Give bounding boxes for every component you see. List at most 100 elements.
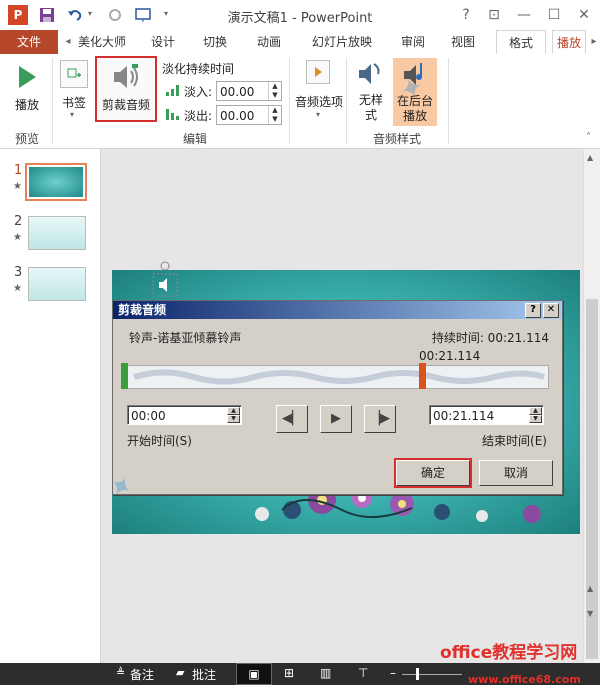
end-trim-marker[interactable] [419,363,426,389]
comments-icon[interactable]: ▰ [176,666,184,679]
fade-in-spin-icon[interactable]: ▲ ▼ [268,82,281,100]
slide-thumbnail-2[interactable] [28,216,86,250]
normal-view-icon[interactable]: ▣ [236,663,272,685]
previous-frame-button[interactable]: ◀▏ [276,405,308,433]
ok-button[interactable]: 确定 [396,460,470,486]
audio-object-handle[interactable] [145,260,185,300]
fade-in-value: 00.00 [220,85,255,99]
tab-transitions[interactable]: 切换 [192,30,238,54]
no-style-icon[interactable] [356,60,384,88]
fade-duration-title: 淡化持续时间 [162,62,235,76]
fade-in-label: 淡入: [184,85,213,99]
watermark-url: www.office68.com [468,673,581,686]
slide-thumbnail-1[interactable] [25,163,87,201]
dialog-help-button[interactable]: ? [525,303,541,318]
maximize-icon[interactable]: ☐ [542,4,566,26]
fade-out-value: 00.00 [220,109,255,123]
group-label-audio-style: 音频样式 [372,132,421,146]
ribbon-separator [289,58,290,144]
watermark-site-name: office教程学习网 [440,643,578,663]
tab-scroll-right-icon[interactable]: ▸ [588,30,600,54]
ribbon-separator [448,58,449,144]
audio-duration: 持续时间: 00:21.114 [431,331,549,345]
tab-playback[interactable]: 播放 [552,30,586,54]
audio-file-name: 铃声-诺基亚倾慕铃声 [129,331,242,345]
notes-icon[interactable]: ≜ [116,666,125,679]
tab-view[interactable]: 视图 [440,30,486,54]
fade-out-icon [166,108,180,120]
ribbon-display-icon[interactable]: ⊡ [482,4,506,26]
tab-design[interactable]: 设计 [140,30,186,54]
scroll-up-icon[interactable]: ▲ [587,153,593,162]
reading-view-icon[interactable]: ▥ [320,666,331,680]
tab-file[interactable]: 文件 [0,30,58,54]
bookmark-button[interactable]: 书签 [58,94,90,111]
fade-in-icon [166,84,180,96]
help-icon[interactable]: ? [454,4,478,26]
no-style-button[interactable]: 无样式 [356,93,386,123]
zoom-out-icon[interactable]: – [390,666,396,680]
dialog-title: 剪裁音频 [118,303,167,317]
slide-sorter-icon[interactable]: ⊞ [284,666,294,680]
slide-animation-star-icon: ★ [13,232,22,243]
end-time-spin-icon[interactable]: ▲ ▼ [529,407,542,423]
trim-audio-dialog: 剪裁音频 ? ✕ 铃声-诺基亚倾慕铃声 持续时间: 00:21.114 00:2… [112,300,563,495]
zoom-slider-thumb[interactable] [416,668,419,680]
ribbon-separator [346,58,347,144]
cancel-button[interactable]: 取消 [479,460,553,486]
comments-button[interactable]: 批注 [192,666,216,683]
dialog-play-icon: ▶ [331,411,341,426]
play-icon[interactable] [14,64,40,90]
scroll-up-page-icon[interactable]: ▲ [587,584,593,593]
slide-number: 3 [14,265,23,280]
play-button[interactable]: 播放 [8,96,46,113]
bookmark-icon[interactable] [60,60,88,88]
audio-options-icon[interactable] [306,60,330,84]
close-icon[interactable]: ✕ [572,4,596,26]
audio-waveform[interactable] [123,365,549,389]
scroll-thumb[interactable] [586,299,598,659]
slide-animation-star-icon: ★ [13,181,22,192]
slide-thumbnail-3[interactable] [28,267,86,301]
trim-audio-icon [110,62,142,92]
audio-options-dropdown-icon[interactable]: ▾ [316,110,320,119]
start-time-spin-icon[interactable]: ▲ ▼ [227,407,240,423]
dialog-play-button[interactable]: ▶ [320,405,352,433]
fade-out-input[interactable]: 00.00 ▲ ▼ [216,105,282,125]
trim-audio-label: 剪裁音频 [101,98,150,112]
tab-animations[interactable]: 动画 [246,30,292,54]
tab-beautify[interactable]: 美化大师 [74,30,130,54]
collapse-ribbon-icon[interactable]: ˄ [586,132,591,143]
start-trim-marker[interactable] [121,363,128,389]
zoom-slider-track[interactable] [402,674,462,675]
previous-frame-icon: ◀▏ [282,411,302,426]
ribbon-separator [52,58,53,144]
notes-button[interactable]: 备注 [130,666,154,683]
fade-out-label: 淡出: [184,109,213,123]
window-title: 演示文稿1 - PowerPoint [227,11,373,26]
next-frame-button[interactable]: ▕▶ [364,405,396,433]
dialog-close-button[interactable]: ✕ [543,303,559,318]
end-time-value: 00:21.114 [433,409,495,423]
status-bar: ≜ 备注 ▰ 批注 ▣ ⊞ ▥ ⊤ – www.office68.com [0,663,600,686]
end-time-input[interactable]: 00:21.114 ▲ ▼ [429,405,544,425]
dialog-title-bar: 剪裁音频 ? ✕ [113,301,562,319]
tab-slideshow[interactable]: 幻灯片放映 [300,30,384,54]
bookmark-dropdown-icon[interactable]: ▾ [70,110,74,119]
slideshow-view-icon[interactable]: ⊤ [358,666,368,680]
end-time-label: 结束时间(E) [482,434,547,448]
fade-out-spin-icon[interactable]: ▲ ▼ [268,106,281,124]
audio-options-button[interactable]: 音频选项 [294,93,344,110]
slide-animation-star-icon: ★ [13,283,22,294]
start-time-input[interactable]: 00:00 ▲ ▼ [127,405,242,425]
slide-number: 1 [14,163,23,178]
tab-format[interactable]: 格式 [496,30,546,54]
vertical-scrollbar[interactable]: ▲ ▲ ▼ [583,149,600,663]
tab-review[interactable]: 审阅 [390,30,436,54]
tab-scroll-left-icon[interactable]: ◂ [62,30,74,54]
title-bar: P ▾ ▾ 演示文稿1 - PowerPoint ? ⊡ — ☐ ✕ [0,0,600,30]
fade-in-input[interactable]: 00.00 ▲ ▼ [216,81,282,101]
trim-audio-button[interactable]: 剪裁音频 [95,56,157,122]
minimize-icon[interactable]: — [512,4,536,26]
scroll-down-page-icon[interactable]: ▼ [587,609,593,618]
